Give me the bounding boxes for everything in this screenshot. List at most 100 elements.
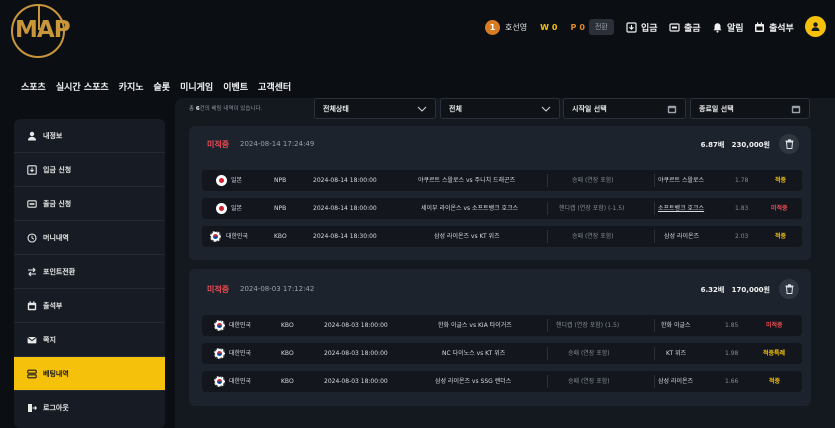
nav-casino[interactable]: 카지노 — [119, 80, 144, 93]
row-result: 미적중 — [766, 322, 783, 329]
nav-slots[interactable]: 슬롯 — [154, 80, 171, 93]
status-select-value: 전체상태 — [323, 104, 349, 113]
korea-flag-icon — [210, 231, 221, 242]
sidebar-item-deposit[interactable]: 입금 신청 — [14, 153, 165, 187]
row-time: 2024-08-14 18:00:00 — [313, 177, 377, 184]
row-country: 대한민국 — [229, 378, 252, 385]
sidebar-item-my-info[interactable]: 내정보 — [14, 119, 165, 153]
bet-row: 대한민국 KBO 2024-08-03 18:00:00 NC 다이노스 vs … — [202, 343, 802, 364]
sidebar-item-logout[interactable]: 로그아웃 — [14, 391, 165, 425]
bet-row: 대한민국 KBO 2024-08-03 18:00:00 한화 이글스 vs K… — [202, 315, 802, 336]
korea-flag-icon — [214, 376, 225, 387]
bet-status: 미적중 — [207, 285, 230, 294]
withdraw-icon — [26, 198, 37, 209]
start-date-placeholder: 시작일 선택 — [572, 104, 607, 113]
row-result: 적중 — [769, 378, 781, 385]
bet-amount: 230,000원 — [731, 141, 770, 149]
user-icon — [26, 130, 37, 141]
row-time: 2024-08-03 18:00:00 — [324, 378, 388, 385]
row-market: 승패 (연장 포함) — [568, 350, 610, 357]
bet-total: 6.87배 230,000원 — [701, 140, 770, 150]
deposit-icon — [26, 164, 37, 175]
row-time: 2024-08-03 18:00:00 — [324, 350, 388, 357]
bet-row: 일본 NPB 2024-08-14 18:00:00 야쿠르트 스왈로스 vs … — [202, 170, 802, 191]
nav-live-sports[interactable]: 실시간 스포츠 — [56, 80, 109, 93]
nav-sports[interactable]: 스포츠 — [21, 80, 46, 93]
divider — [547, 230, 548, 243]
calendar-icon — [791, 105, 801, 113]
row-pick: 야쿠르트 스왈로스 — [658, 177, 705, 184]
bet-total: 6.32배 170,000원 — [701, 285, 770, 295]
sidebar-item-label: 입금 신청 — [43, 165, 72, 174]
withdraw-icon — [669, 22, 680, 33]
row-match: 야쿠르트 스왈로스 vs 주니치 드래곤즈 — [418, 177, 516, 184]
logo[interactable]: MAP — [11, 4, 71, 58]
logout-icon — [26, 403, 37, 414]
row-league: KBO — [281, 322, 294, 329]
calendar-icon — [754, 22, 765, 33]
row-odds: 1.83 — [735, 205, 749, 212]
bet-date: 2024-08-03 17:12:42 — [240, 285, 315, 293]
row-league: NPB — [274, 205, 287, 212]
row-league: KBO — [281, 350, 294, 357]
divider — [654, 347, 655, 360]
start-date-input[interactable]: 시작일 선택 — [563, 98, 686, 119]
row-odds: 1.66 — [725, 378, 739, 385]
user-info: 1 호선영 W0 P0 전환 — [485, 17, 614, 37]
sidebar-item-money-history[interactable]: 머니내역 — [14, 221, 165, 255]
point-value: 0 — [579, 22, 585, 32]
row-pick: 삼성 라이온즈 — [658, 378, 694, 385]
row-country: 일본 — [231, 205, 243, 212]
notification-button[interactable]: 알림 — [712, 17, 744, 37]
nav-minigame[interactable]: 미니게임 — [180, 80, 213, 93]
won-balance: W0 — [540, 23, 557, 32]
attendance-label: 출석부 — [769, 23, 794, 34]
row-country: 일본 — [231, 177, 243, 184]
row-market: 승패 (연장 포함) — [572, 233, 614, 240]
row-country: 대한민국 — [229, 322, 252, 329]
row-league: KBO — [281, 378, 294, 385]
row-match: 세이부 라이온스 vs 소프트뱅크 호크스 — [421, 205, 519, 212]
row-league: NPB — [274, 177, 287, 184]
sidebar-item-bet-history[interactable]: 베팅내역 — [14, 357, 165, 391]
attendance-button[interactable]: 출석부 — [754, 17, 794, 37]
calendar-icon — [26, 300, 37, 311]
won-value: 0 — [551, 22, 558, 32]
profile-avatar[interactable] — [805, 16, 826, 37]
nav-support[interactable]: 고객센터 — [258, 80, 291, 93]
sidebar-item-point-convert[interactable]: 포인트전환 — [14, 255, 165, 289]
row-odds: 1.85 — [725, 322, 739, 329]
withdraw-button[interactable]: 출금 — [669, 17, 701, 37]
deposit-icon — [626, 21, 637, 33]
delete-bet-button[interactable] — [779, 134, 799, 154]
bet-row: 대한민국 KBO 2024-08-14 18:30:00 삼성 라이온즈 vs … — [202, 226, 802, 247]
bet-date: 2024-08-14 17:24:49 — [240, 140, 315, 148]
row-time: 2024-08-14 18:00:00 — [313, 205, 377, 212]
delete-bet-button[interactable] — [779, 279, 799, 299]
end-date-input[interactable]: 종료일 선택 — [690, 98, 810, 119]
row-result: 적중 — [775, 233, 787, 240]
type-select[interactable]: 전체 — [440, 98, 560, 119]
notification-label: 알림 — [727, 23, 744, 34]
row-match: NC 다이노스 vs KT 위즈 — [442, 350, 506, 357]
divider — [547, 319, 548, 332]
sidebar-item-messages[interactable]: 쪽지 — [14, 323, 165, 357]
end-date-placeholder: 종료일 선택 — [699, 104, 734, 113]
nav-event[interactable]: 이벤트 — [223, 80, 248, 93]
divider — [547, 375, 548, 388]
deposit-button[interactable]: 입금 — [626, 17, 658, 37]
divider — [547, 347, 548, 360]
row-market: 핸디캡 (연장 포함) (1.5) — [556, 322, 620, 329]
sidebar-item-withdraw[interactable]: 출금 신청 — [14, 187, 165, 221]
row-country: 대한민국 — [229, 350, 252, 357]
status-select[interactable]: 전체상태 — [314, 98, 436, 119]
convert-button[interactable]: 전환 — [588, 19, 614, 35]
sidebar-item-attendance[interactable]: 출석부 — [14, 289, 165, 323]
row-result: 적중 — [775, 177, 787, 184]
user-icon — [811, 22, 820, 31]
total-odds: 6.87배 — [700, 141, 725, 149]
bet-amount: 170,000원 — [731, 286, 770, 294]
sidebar-item-label: 출석부 — [43, 301, 63, 310]
row-result: 적중특례 — [763, 350, 786, 357]
row-pick: 소프트뱅크 호크스 — [658, 205, 705, 212]
